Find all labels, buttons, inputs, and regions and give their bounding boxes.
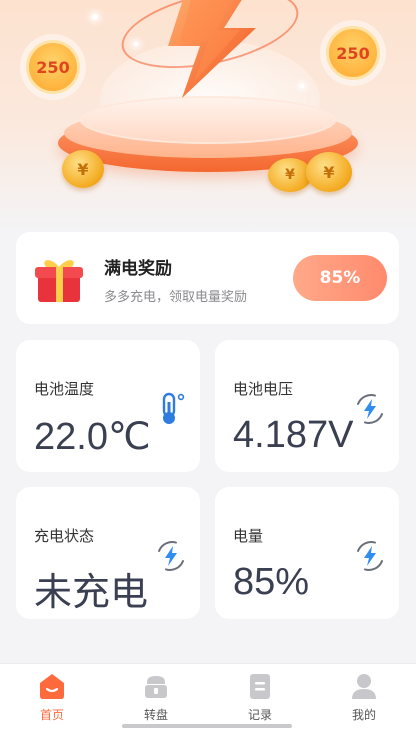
nav-item-record[interactable]: 记录	[208, 664, 312, 732]
reward-badge-left[interactable]: 250	[26, 40, 80, 94]
charging-bolt-icon	[158, 541, 184, 571]
coin-icon: ¥	[62, 150, 104, 188]
thermometer-icon	[162, 392, 185, 424]
record-icon	[250, 674, 270, 699]
home-icon	[40, 674, 64, 699]
nav-item-mine[interactable]: 我的	[312, 664, 416, 732]
charging-bolt-icon	[357, 541, 383, 571]
nav-item-wheel[interactable]: 转盘	[104, 664, 208, 732]
stat-value: 4.187V	[233, 414, 354, 456]
reward-subtitle: 多多充电，领取电量奖励	[104, 290, 248, 305]
stat-value: 未充电	[34, 572, 149, 614]
reward-progress-button[interactable]: 85%	[293, 255, 387, 301]
stat-label: 充电状态	[34, 527, 95, 545]
battery-level-card: 电量 85%	[215, 487, 399, 619]
badge-value: 250	[336, 43, 370, 63]
stat-value: 85%	[233, 561, 310, 603]
nav-item-home[interactable]: 首页	[0, 664, 104, 732]
coin-icon: ¥	[306, 152, 352, 192]
full-charge-reward-card[interactable]: 满电奖励 多多充电，领取电量奖励 85%	[16, 232, 399, 324]
gift-icon	[35, 260, 83, 302]
reward-badge-right[interactable]: 250	[326, 26, 380, 80]
user-icon	[352, 674, 376, 699]
badge-value: 250	[36, 57, 70, 77]
battery-temperature-card: 电池温度 22.0℃	[16, 340, 200, 472]
stat-label: 电池电压	[233, 380, 294, 398]
nav-label: 首页	[39, 708, 64, 722]
charging-bolt-icon	[357, 394, 383, 424]
lightning-bolt-icon	[168, 0, 256, 98]
stat-label: 电池温度	[34, 380, 95, 398]
stat-value: 22.0℃	[34, 416, 151, 458]
reward-title: 满电奖励	[104, 259, 172, 279]
wheel-icon	[145, 676, 167, 698]
nav-label: 我的	[351, 708, 376, 722]
stat-label: 电量	[233, 527, 264, 545]
charging-status-card: 充电状态 未充电	[16, 487, 200, 619]
sparkle-icon	[300, 84, 304, 88]
home-indicator[interactable]	[122, 724, 292, 728]
battery-voltage-card: 电池电压 4.187V	[215, 340, 399, 472]
nav-label: 转盘	[143, 708, 168, 722]
nav-label: 记录	[247, 708, 272, 722]
sparkle-icon	[92, 14, 98, 20]
bottom-nav: 首页 转盘 记录 我的	[0, 663, 416, 732]
hero-banner: 250 250 ¥ ¥ ¥	[0, 0, 416, 232]
